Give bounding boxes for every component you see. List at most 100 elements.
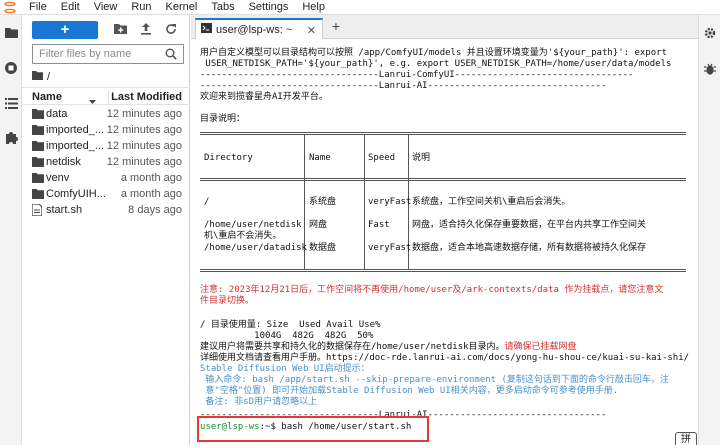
file-row-venv[interactable]: venv a month ago [22, 170, 190, 186]
menu-edit[interactable]: Edit [54, 0, 87, 15]
table-header-directory: Directory [204, 153, 253, 163]
disk-usage-line: 1004G 482G 482G 50% [200, 331, 374, 341]
extension-puzzle-icon[interactable] [3, 129, 19, 145]
disk-usage-line: / 目录使用量: Size Used Avail Use% [200, 320, 381, 330]
file-modified: 12 minutes ago [106, 140, 182, 152]
advice-text: 建议用户将需要共享和持久化的数据保存在/home/user/netdisk目录内… [200, 342, 505, 352]
column-modified-header[interactable]: Last Modified [111, 91, 182, 103]
right-sidebar-rail [698, 15, 720, 445]
running-icon[interactable] [3, 60, 19, 76]
menu-kernel[interactable]: Kernel [159, 0, 205, 15]
table-header-description: 说明 [412, 153, 431, 163]
sd-hint-line: 备注: 非sD用户请忽略以上 [200, 397, 318, 407]
directory-table: Directory Name Speed 说明 / 系统盘 veryFast 系… [200, 132, 686, 272]
file-modified: 12 minutes ago [106, 156, 182, 168]
table-divider [364, 135, 365, 269]
table-header-speed: Speed [368, 153, 396, 163]
upload-icon[interactable] [140, 23, 154, 37]
table-divider [200, 178, 686, 181]
file-name: ComfyUIH... [46, 188, 106, 200]
main-area: user@lsp-ws: ~ ✕ + 用户自定义模型可以目录结构可以按照 /ap… [191, 15, 698, 445]
file-row-data[interactable]: data 12 minutes ago [22, 106, 190, 122]
menu-run[interactable]: Run [124, 0, 158, 15]
table-cell: 机\重启不会消失。 [204, 231, 282, 241]
table-cell: /home/user/datadisk [204, 243, 307, 253]
folder-icon [32, 188, 44, 200]
left-sidebar-rail [0, 15, 22, 445]
filter-files-field[interactable] [32, 44, 184, 64]
filter-files-input[interactable] [39, 48, 157, 60]
file-browser-toolbar: + [22, 19, 190, 41]
file-icon [31, 203, 44, 217]
file-row-comfyui[interactable]: ComfyUIH... a month ago [22, 186, 190, 202]
table-cell: / [204, 197, 210, 207]
advice-line: 建议用户将需要共享和持久化的数据保存在/home/user/netdisk目录内… [200, 342, 577, 353]
new-launcher-button[interactable]: + [32, 21, 98, 39]
file-modified: a month ago [120, 188, 182, 200]
new-folder-icon[interactable] [114, 23, 128, 37]
folder-icon [32, 156, 44, 168]
file-row-imported-2[interactable]: imported_... 12 minutes ago [22, 138, 190, 154]
terminal-line: 目录说明： [200, 114, 246, 124]
table-cell: 系统盘 [309, 197, 337, 207]
column-name-header[interactable]: Name [32, 91, 62, 103]
jupyter-logo-icon [0, 0, 22, 15]
terminal-line: ---------------------------------Lanrui-… [200, 81, 607, 91]
terminal-icon [201, 23, 212, 36]
property-inspector-gear-icon[interactable] [702, 25, 718, 41]
folder-icon [32, 140, 44, 152]
file-modified: 12 minutes ago [106, 108, 182, 120]
file-modified: 12 minutes ago [106, 124, 182, 136]
menu-bar: File Edit View Run Kernel Tabs Settings … [0, 0, 720, 15]
menu-settings[interactable]: Settings [242, 0, 296, 15]
terminal-output[interactable]: 用户自定义模型可以目录结构可以按照 /app/ComfyUI/models 并且… [197, 45, 695, 445]
terminal-line: ---------------------------------Lanrui-… [200, 70, 634, 80]
table-header-name: Name [309, 153, 331, 163]
terminal-line: 用户自定义模型可以目录结构可以按照 /app/ComfyUI/models 并且… [200, 48, 667, 58]
add-tab-button[interactable]: + [328, 19, 344, 35]
debugger-bug-icon[interactable] [702, 61, 718, 77]
file-modified: 8 days ago [128, 204, 182, 216]
menu-tabs[interactable]: Tabs [204, 0, 241, 15]
menu-file[interactable]: File [22, 0, 54, 15]
folder-icon[interactable] [3, 24, 19, 40]
file-row-start-sh[interactable]: start.sh 8 days ago [22, 202, 190, 218]
terminal-line: 欢迎来到揽睿星舟AI开发平台。 [200, 92, 328, 102]
breadcrumb[interactable]: / [32, 69, 50, 85]
ime-indicator-badge[interactable]: 拼 [675, 432, 697, 445]
notice-line: 注意: 2023年12月21日后，工作空间将不再使用/home/user及/ar… [200, 285, 664, 295]
breadcrumb-root[interactable]: / [47, 71, 50, 83]
file-modified: a month ago [120, 172, 182, 184]
tab-bar: user@lsp-ws: ~ ✕ + [191, 15, 698, 39]
table-cell: 网盘 [309, 220, 328, 230]
notice-line: 件目录切换。 [200, 296, 255, 306]
terminal-line: USER_NETDISK_PATH='${your_path}', e.g. e… [200, 59, 672, 69]
command-highlight-box [197, 416, 429, 442]
column-divider [108, 90, 109, 103]
close-icon[interactable]: ✕ [307, 24, 316, 37]
table-cell: /home/user/netdisk [204, 220, 302, 230]
folder-icon [32, 172, 44, 184]
table-cell: 数据盘，适合本地高速数据存储，所有数据将被持久化保存 [412, 243, 647, 253]
sd-hint-line: Stable Diffusion Web UI启动提示： [200, 364, 370, 374]
refresh-icon[interactable] [165, 23, 179, 37]
tab-terminal[interactable]: user@lsp-ws: ~ ✕ [195, 18, 323, 39]
menu-view[interactable]: View [87, 0, 125, 15]
menu-help[interactable]: Help [295, 0, 332, 15]
folder-icon [32, 108, 44, 120]
table-cell: 系统盘，工作空间关机\重启后会消失。 [412, 197, 571, 207]
table-cell: veryFast [368, 243, 412, 253]
search-icon [165, 48, 177, 63]
doc-link-line: 详细使用文档请查看用户手册。https://doc-rde.lanrui-ai.… [200, 353, 690, 363]
table-cell: veryFast [368, 197, 412, 207]
file-row-netdisk[interactable]: netdisk 12 minutes ago [22, 154, 190, 170]
file-name: start.sh [46, 204, 83, 216]
table-of-contents-icon[interactable] [3, 95, 19, 111]
folder-icon [32, 124, 44, 136]
file-list: data 12 minutes ago imported_... 12 minu… [22, 106, 190, 218]
netdisk-warning: 请确保已挂载网盘 [504, 342, 577, 352]
root-folder-icon[interactable] [32, 71, 43, 83]
file-browser-panel: + / Name Last Modified data [22, 15, 190, 445]
sd-hint-line: 输入命令: bash /app/start.sh --skip-prepare-… [200, 375, 669, 385]
file-row-imported-1[interactable]: imported_... 12 minutes ago [22, 122, 190, 138]
